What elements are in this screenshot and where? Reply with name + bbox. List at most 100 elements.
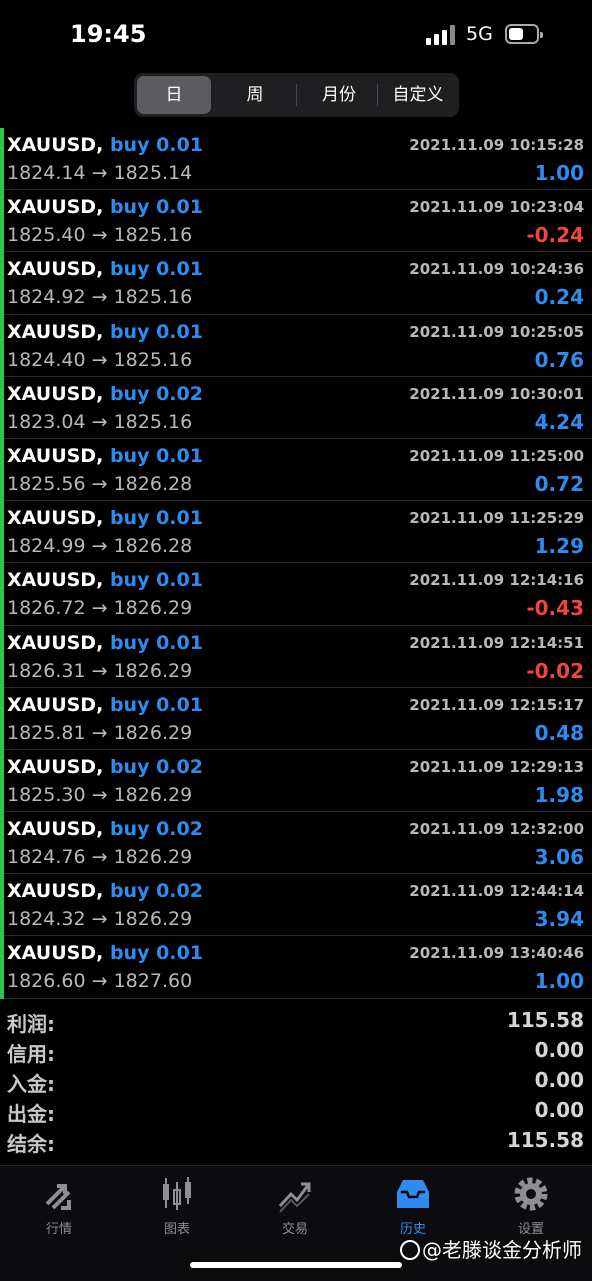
tab-month[interactable]: 月份 bbox=[300, 76, 378, 114]
nav-quotes[interactable]: 行情 bbox=[0, 1174, 118, 1237]
deal-open-price: 1825.30 bbox=[7, 783, 86, 806]
deal-profit: -0.43 bbox=[526, 596, 584, 621]
deal-profit: 0.24 bbox=[534, 285, 584, 310]
deal-row[interactable]: XAUUSD, buy 0.01 2021.11.09 10:24:36 1824.… bbox=[4, 252, 592, 315]
home-indicator[interactable] bbox=[190, 1262, 402, 1268]
deal-side: buy 0.01 bbox=[109, 569, 203, 592]
deal-symbol: XAUUSD, buy 0.01 bbox=[7, 134, 203, 156]
deal-close-price: 1826.28 bbox=[113, 535, 193, 558]
deal-side: buy 0.01 bbox=[109, 507, 203, 530]
deal-close-price: 1826.29 bbox=[113, 783, 193, 806]
deal-row[interactable]: XAUUSD, buy 0.01 2021.11.09 12:14:51 1826.… bbox=[4, 626, 592, 688]
deal-open-price: 1824.14 bbox=[7, 162, 86, 184]
quotes-arrows-icon bbox=[45, 1184, 71, 1210]
deal-symbol-text: XAUUSD, bbox=[7, 942, 104, 965]
deal-symbol: XAUUSD, buy 0.01 bbox=[7, 507, 203, 529]
deal-time: 2021.11.09 10:24:36 bbox=[409, 260, 584, 279]
deal-row[interactable]: XAUUSD, buy 0.01 2021.11.09 10:25:05 1824.… bbox=[4, 315, 592, 377]
summary-value: 0.00 bbox=[534, 1098, 584, 1122]
deal-open-price: 1824.76 bbox=[7, 846, 86, 869]
summary-value: 115.58 bbox=[506, 1008, 584, 1032]
deal-arrow: → bbox=[91, 908, 108, 931]
deal-side: buy 0.01 bbox=[109, 258, 203, 281]
summary-label: 结余: bbox=[7, 1132, 55, 1156]
summary-row-profit: 利润: 115.58 bbox=[0, 1005, 592, 1036]
deal-symbol-text: XAUUSD, bbox=[7, 631, 104, 654]
deal-row[interactable]: XAUUSD, buy 0.02 2021.11.09 10:30:01 1823.… bbox=[4, 377, 592, 439]
tab-custom[interactable]: 自定义 bbox=[380, 76, 456, 114]
period-selector: 日 周 月份 自定义 bbox=[134, 73, 459, 117]
deal-symbol-text: XAUUSD, bbox=[7, 507, 104, 530]
deal-arrow: → bbox=[91, 846, 108, 869]
deal-side: buy 0.02 bbox=[109, 880, 203, 903]
deal-symbol-text: XAUUSD, bbox=[7, 818, 104, 841]
deal-row[interactable]: XAUUSD, buy 0.01 2021.11.09 10:15:28 1824.… bbox=[4, 128, 592, 191]
deal-time: 2021.11.09 12:44:14 bbox=[409, 882, 584, 901]
deal-symbol: XAUUSD, buy 0.01 bbox=[7, 258, 203, 280]
deal-row[interactable]: XAUUSD, buy 0.01 2021.11.09 10:23:04 1825.… bbox=[4, 190, 592, 253]
deal-row[interactable]: XAUUSD, buy 0.01 2021.11.09 13:40:46 1826.… bbox=[4, 936, 592, 999]
deal-row[interactable]: XAUUSD, buy 0.01 2021.11.09 11:25:29 1824.… bbox=[4, 501, 592, 564]
nav-label: 交易 bbox=[281, 1222, 308, 1237]
deal-side: buy 0.01 bbox=[109, 134, 203, 156]
deal-row[interactable]: XAUUSD, buy 0.02 2021.11.09 12:32:00 1824.… bbox=[4, 812, 592, 875]
deal-row[interactable]: XAUUSD, buy 0.01 2021.11.09 12:14:16 1826.… bbox=[4, 563, 592, 626]
deal-row[interactable]: XAUUSD, buy 0.01 2021.11.09 12:15:17 1825.… bbox=[4, 688, 592, 750]
nav-history[interactable]: 历史 bbox=[354, 1174, 472, 1237]
summary-row-balance: 结余: 115.58 bbox=[0, 1125, 592, 1156]
summary-panel: 利润: 115.58 信用: 0.00 入金: 0.00 出金: 0.00 结余… bbox=[0, 1005, 592, 1156]
deal-arrow: → bbox=[91, 970, 108, 993]
deal-prices: 1824.32 → 1826.29 bbox=[7, 908, 192, 930]
deal-time: 2021.11.09 10:30:01 bbox=[409, 384, 584, 403]
deal-arrow: → bbox=[91, 597, 108, 620]
deal-row[interactable]: XAUUSD, buy 0.01 2021.11.09 11:25:00 1825.… bbox=[4, 439, 592, 502]
nav-charts[interactable]: 图表 bbox=[118, 1174, 236, 1237]
deal-symbol: XAUUSD, buy 0.01 bbox=[7, 942, 203, 964]
status-time: 19:45 bbox=[70, 20, 147, 48]
nav-settings[interactable]: 设置 bbox=[472, 1174, 590, 1237]
deal-open-price: 1825.56 bbox=[7, 472, 86, 495]
deal-close-price: 1825.16 bbox=[113, 286, 193, 309]
summary-row-withdrawal: 出金: 0.00 bbox=[0, 1095, 592, 1126]
signal-icon bbox=[426, 25, 458, 45]
deal-row[interactable]: XAUUSD, buy 0.02 2021.11.09 12:29:13 1825.… bbox=[4, 750, 592, 813]
deal-symbol: XAUUSD, buy 0.01 bbox=[7, 196, 203, 218]
deal-symbol-text: XAUUSD, bbox=[7, 880, 104, 903]
summary-value: 0.00 bbox=[534, 1068, 584, 1092]
tab-day[interactable]: 日 bbox=[137, 76, 211, 114]
deal-prices: 1826.31 → 1826.29 bbox=[7, 660, 192, 682]
deal-prices: 1825.40 → 1825.16 bbox=[7, 224, 192, 246]
deal-symbol: XAUUSD, buy 0.01 bbox=[7, 321, 203, 343]
deal-profit: 4.24 bbox=[534, 409, 584, 434]
deal-time: 2021.11.09 11:25:29 bbox=[409, 509, 584, 528]
deal-symbol-text: XAUUSD, bbox=[7, 134, 104, 156]
deal-profit: 3.06 bbox=[534, 845, 584, 870]
nav-label: 图表 bbox=[163, 1222, 190, 1237]
deal-prices: 1823.04 → 1825.16 bbox=[7, 411, 192, 433]
deal-symbol: XAUUSD, buy 0.02 bbox=[7, 383, 203, 405]
deal-symbol: XAUUSD, buy 0.01 bbox=[7, 694, 203, 716]
deal-row[interactable]: XAUUSD, buy 0.02 2021.11.09 12:44:14 1824.… bbox=[4, 874, 592, 937]
deal-side: buy 0.01 bbox=[109, 196, 203, 219]
deal-time: 2021.11.09 12:29:13 bbox=[409, 757, 584, 776]
tab-week[interactable]: 周 bbox=[218, 76, 292, 114]
deal-side: buy 0.02 bbox=[109, 818, 203, 841]
deal-side: buy 0.01 bbox=[109, 631, 203, 654]
summary-row-deposit: 入金: 0.00 bbox=[0, 1065, 592, 1096]
deal-close-price: 1827.60 bbox=[113, 970, 193, 993]
deal-symbol-text: XAUUSD, bbox=[7, 258, 104, 281]
deal-open-price: 1826.60 bbox=[7, 970, 86, 993]
deal-arrow: → bbox=[91, 348, 108, 371]
deal-close-price: 1825.14 bbox=[113, 162, 193, 184]
deal-arrow: → bbox=[91, 224, 108, 247]
watermark-text: @老滕谈金分析师 bbox=[422, 1238, 582, 1262]
deal-profit: 1.00 bbox=[534, 969, 584, 994]
deal-profit: 0.76 bbox=[534, 347, 584, 372]
nav-trade[interactable]: 交易 bbox=[236, 1174, 354, 1237]
deal-time: 2021.11.09 11:25:00 bbox=[409, 446, 584, 465]
deal-close-price: 1826.29 bbox=[113, 597, 193, 620]
deal-arrow: → bbox=[91, 535, 108, 558]
deal-profit: 0.48 bbox=[534, 720, 584, 745]
nav-label: 行情 bbox=[45, 1222, 72, 1237]
summary-label: 信用: bbox=[7, 1042, 55, 1066]
